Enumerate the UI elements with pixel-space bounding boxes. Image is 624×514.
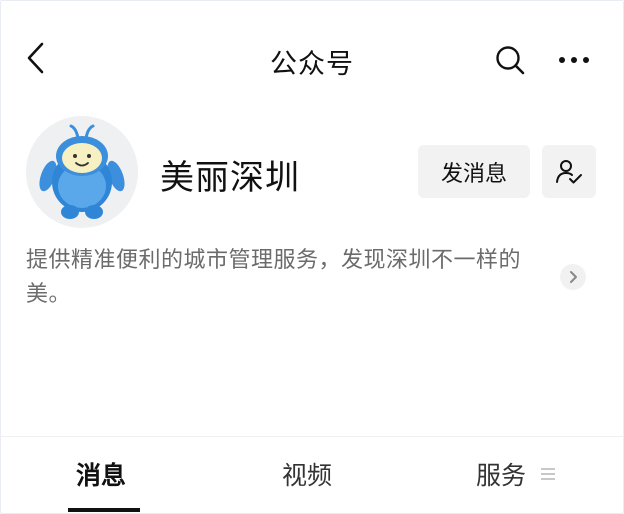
more-horizontal-icon[interactable] (556, 48, 592, 72)
active-tab-indicator (68, 508, 140, 512)
follow-button[interactable] (542, 145, 596, 198)
tabs-divider (0, 436, 624, 437)
mascot-logo (39, 124, 125, 219)
avatar[interactable] (26, 116, 138, 228)
send-message-label: 发消息 (440, 161, 507, 187)
tab-videos[interactable]: 视频 (282, 456, 332, 492)
tab-services[interactable]: 服务 (476, 456, 526, 492)
search-icon[interactable] (494, 44, 526, 76)
account-name: 美丽深圳 (160, 158, 300, 198)
chevron-right-icon (570, 271, 577, 283)
chevron-left-icon[interactable] (24, 40, 48, 76)
person-check-icon (556, 159, 582, 183)
send-message-button[interactable]: 发消息 (418, 145, 530, 198)
tab-messages[interactable]: 消息 (76, 456, 126, 492)
menu-icon[interactable] (540, 466, 556, 482)
description-expand-button[interactable] (560, 264, 586, 290)
account-description: 提供精准便利的城市管理服务，发现深圳不一样的美。 (26, 248, 522, 307)
